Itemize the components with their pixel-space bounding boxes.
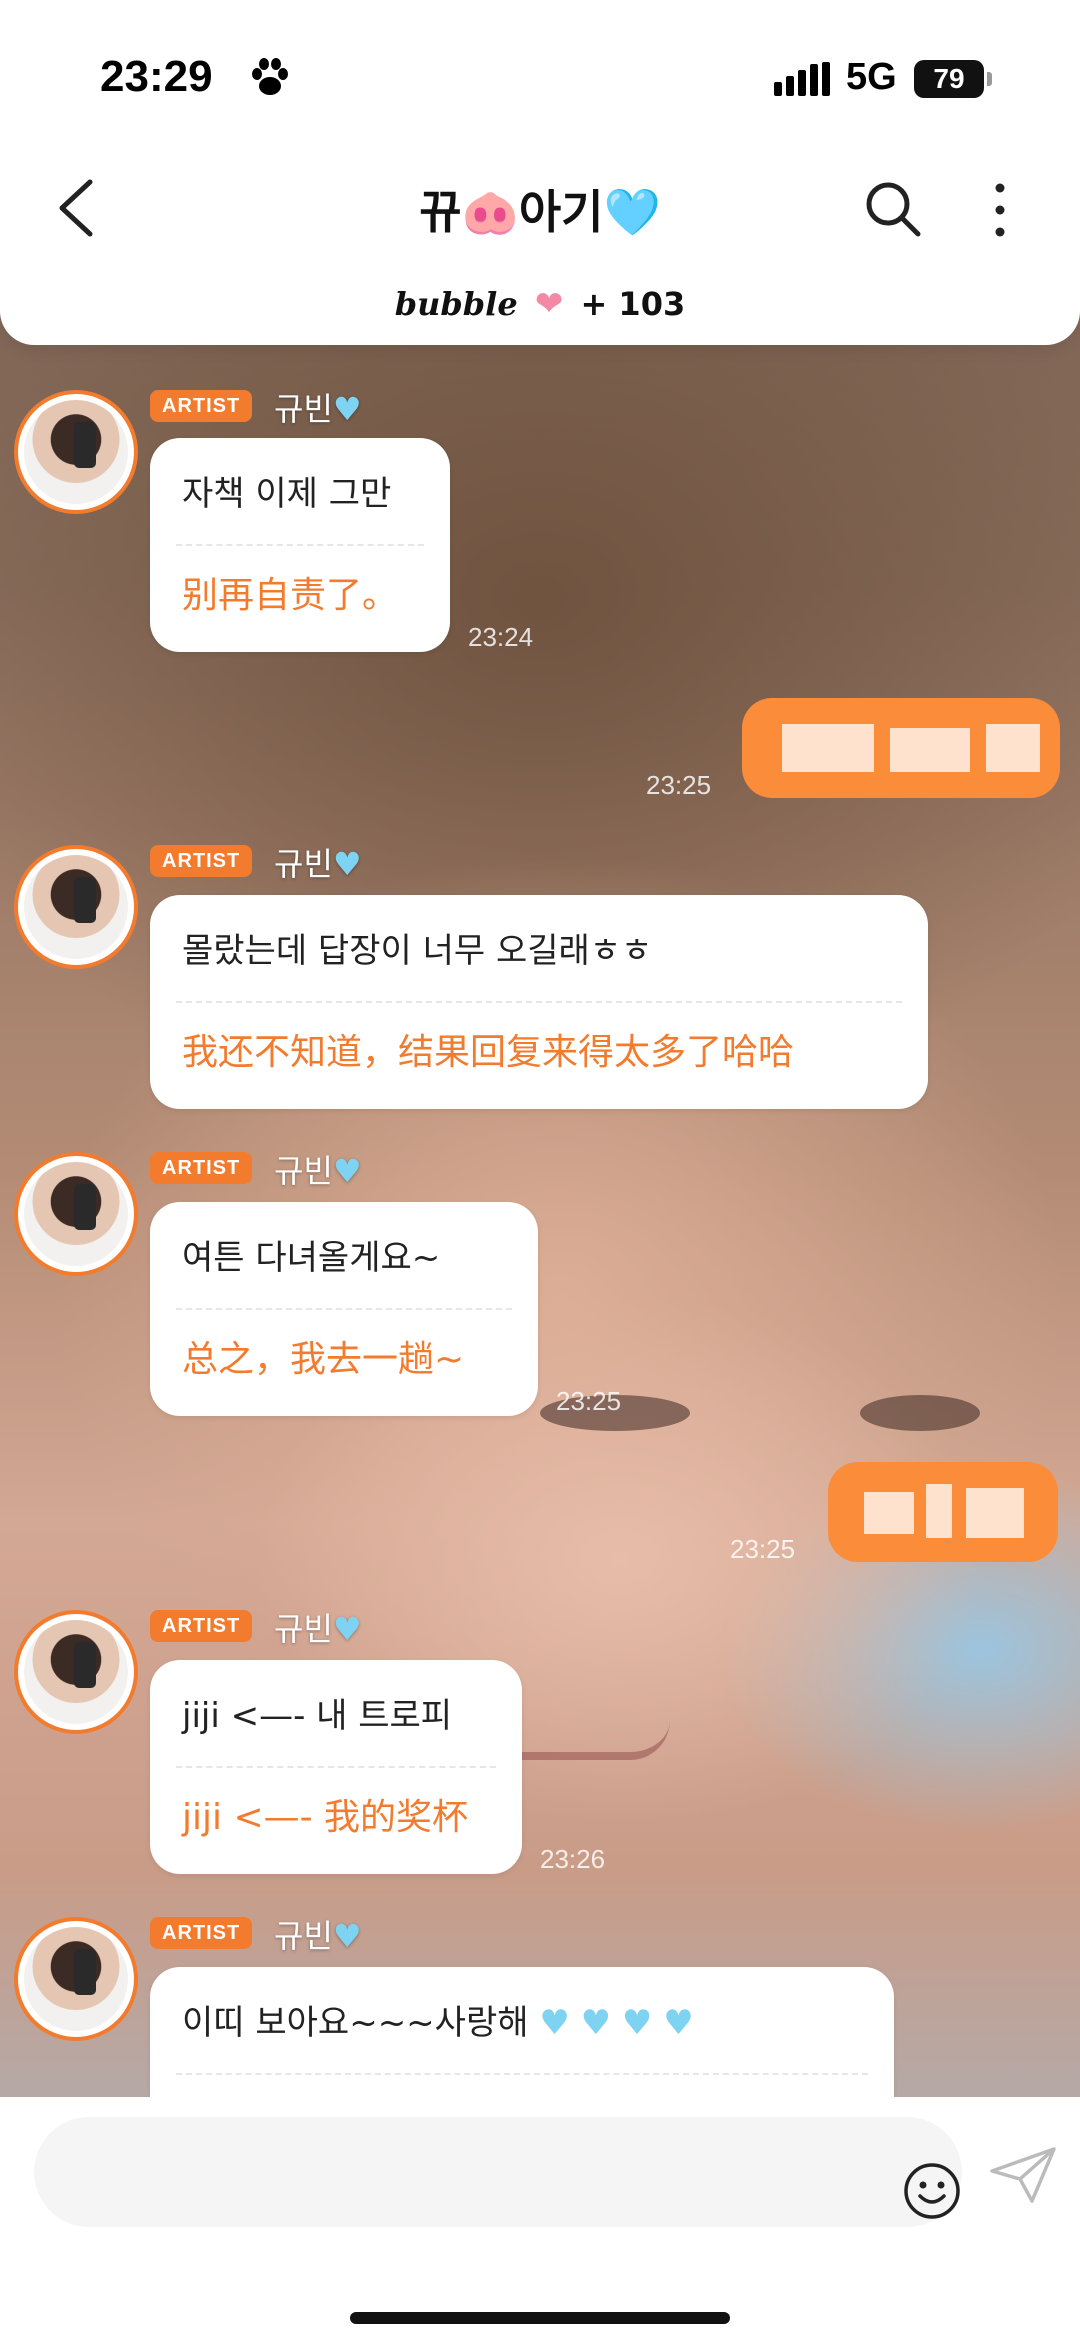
- sender-name: 규빈♥: [274, 1610, 362, 1648]
- message-card[interactable]: jiji <—- 내 트로피 jiji <—- 我的奖杯: [150, 1660, 522, 1874]
- message-input[interactable]: [74, 2147, 834, 2197]
- message-text-zh: jiji <—- 我的奖杯: [182, 1797, 469, 1838]
- message-timestamp: 23:26: [540, 1844, 606, 1874]
- bubble-count: + 103: [580, 285, 686, 323]
- artist-badge: ARTIST: [150, 390, 253, 422]
- avatar[interactable]: [14, 1610, 138, 1734]
- avatar[interactable]: [14, 1917, 138, 2041]
- battery-icon: 79: [914, 60, 992, 98]
- divider: [176, 544, 424, 546]
- divider: [176, 1766, 496, 1768]
- message-text-zh: 别再自责了。: [182, 575, 399, 616]
- sent-message-bubble[interactable]: [742, 698, 1060, 798]
- message-input-bar: [0, 2097, 1080, 2341]
- network-label: 5G: [846, 56, 897, 98]
- divider: [176, 2073, 868, 2075]
- artist-badge: ARTIST: [150, 1917, 253, 1949]
- photo-eye-right: [860, 1395, 980, 1431]
- heart-icon: ❤: [534, 284, 564, 324]
- chevron-left-icon[interactable]: [56, 178, 96, 238]
- input-container[interactable]: [34, 2117, 962, 2227]
- sent-timestamp: 23:25: [646, 770, 712, 800]
- message-text-ko: 몰랐는데 답장이 너무 오길래ㅎㅎ: [182, 931, 653, 971]
- message-card[interactable]: 몰랐는데 답장이 너무 오길래ㅎㅎ 我还不知道，结果回复来得太多了哈哈: [150, 895, 928, 1109]
- message-card[interactable]: 자책 이제 그만 别再自责了。: [150, 438, 450, 652]
- home-indicator: [350, 2312, 730, 2324]
- artist-badge: ARTIST: [150, 1610, 253, 1642]
- message-text-ko: 여튼 다녀올게요~: [182, 1238, 441, 1278]
- blue-heart-icon: ♥: [332, 1152, 362, 1190]
- message-card[interactable]: 여튼 다녀올게요~ 总之，我去一趟~: [150, 1202, 538, 1416]
- divider: [176, 1308, 512, 1310]
- artist-badge: ARTIST: [150, 1152, 253, 1184]
- avatar[interactable]: [14, 845, 138, 969]
- message-timestamp: 23:24: [468, 622, 534, 652]
- message-text-zh: 我还不知道，结果回复来得太多了哈哈: [182, 1032, 795, 1073]
- more-vertical-icon[interactable]: [990, 182, 1010, 238]
- avatar[interactable]: [14, 1152, 138, 1276]
- blue-heart-icon: ♥: [332, 390, 362, 428]
- divider: [176, 1001, 902, 1003]
- bubble-brand-label: bubble: [394, 285, 518, 323]
- sender-name: 규빈♥: [274, 390, 362, 428]
- send-icon[interactable]: [988, 2145, 1058, 2205]
- status-time: 23:29: [100, 52, 213, 101]
- blue-heart-icon: ♥: [332, 1610, 362, 1648]
- chat-title: 뀨🐽아기🩵: [419, 185, 661, 239]
- message-timestamp: 23:25: [556, 1386, 622, 1416]
- message-text-ko: jiji <—- 내 트로피: [182, 1696, 453, 1736]
- emoji-icon[interactable]: [902, 2161, 962, 2221]
- signal-icon: [774, 62, 830, 96]
- bubble-count-row[interactable]: bubble ❤ + 103: [300, 284, 780, 324]
- sent-timestamp: 23:25: [730, 1534, 796, 1564]
- sender-name: 규빈♥: [274, 1152, 362, 1190]
- sent-message-bubble[interactable]: [828, 1462, 1058, 1562]
- sender-name: 규빈♥: [274, 845, 362, 883]
- blue-heart-icon: ♥: [332, 845, 362, 883]
- header: 23:29 5G 79 뀨🐽아기🩵 bubble ❤ + 103: [0, 0, 1080, 345]
- blue-hearts-icon: ♥ ♥ ♥ ♥: [528, 2003, 694, 2043]
- avatar[interactable]: [14, 390, 138, 514]
- paw-icon: [252, 58, 288, 95]
- search-icon[interactable]: [864, 180, 922, 238]
- message-text-zh: 总之，我去一趟~: [182, 1339, 465, 1380]
- message-text-ko: 이띠 보아요~~~사랑해 ♥ ♥ ♥ ♥: [182, 2003, 694, 2043]
- artist-badge: ARTIST: [150, 845, 253, 877]
- blue-heart-icon: ♥: [332, 1917, 362, 1955]
- sender-name: 규빈♥: [274, 1917, 362, 1955]
- message-text-ko: 자책 이제 그만: [182, 474, 392, 514]
